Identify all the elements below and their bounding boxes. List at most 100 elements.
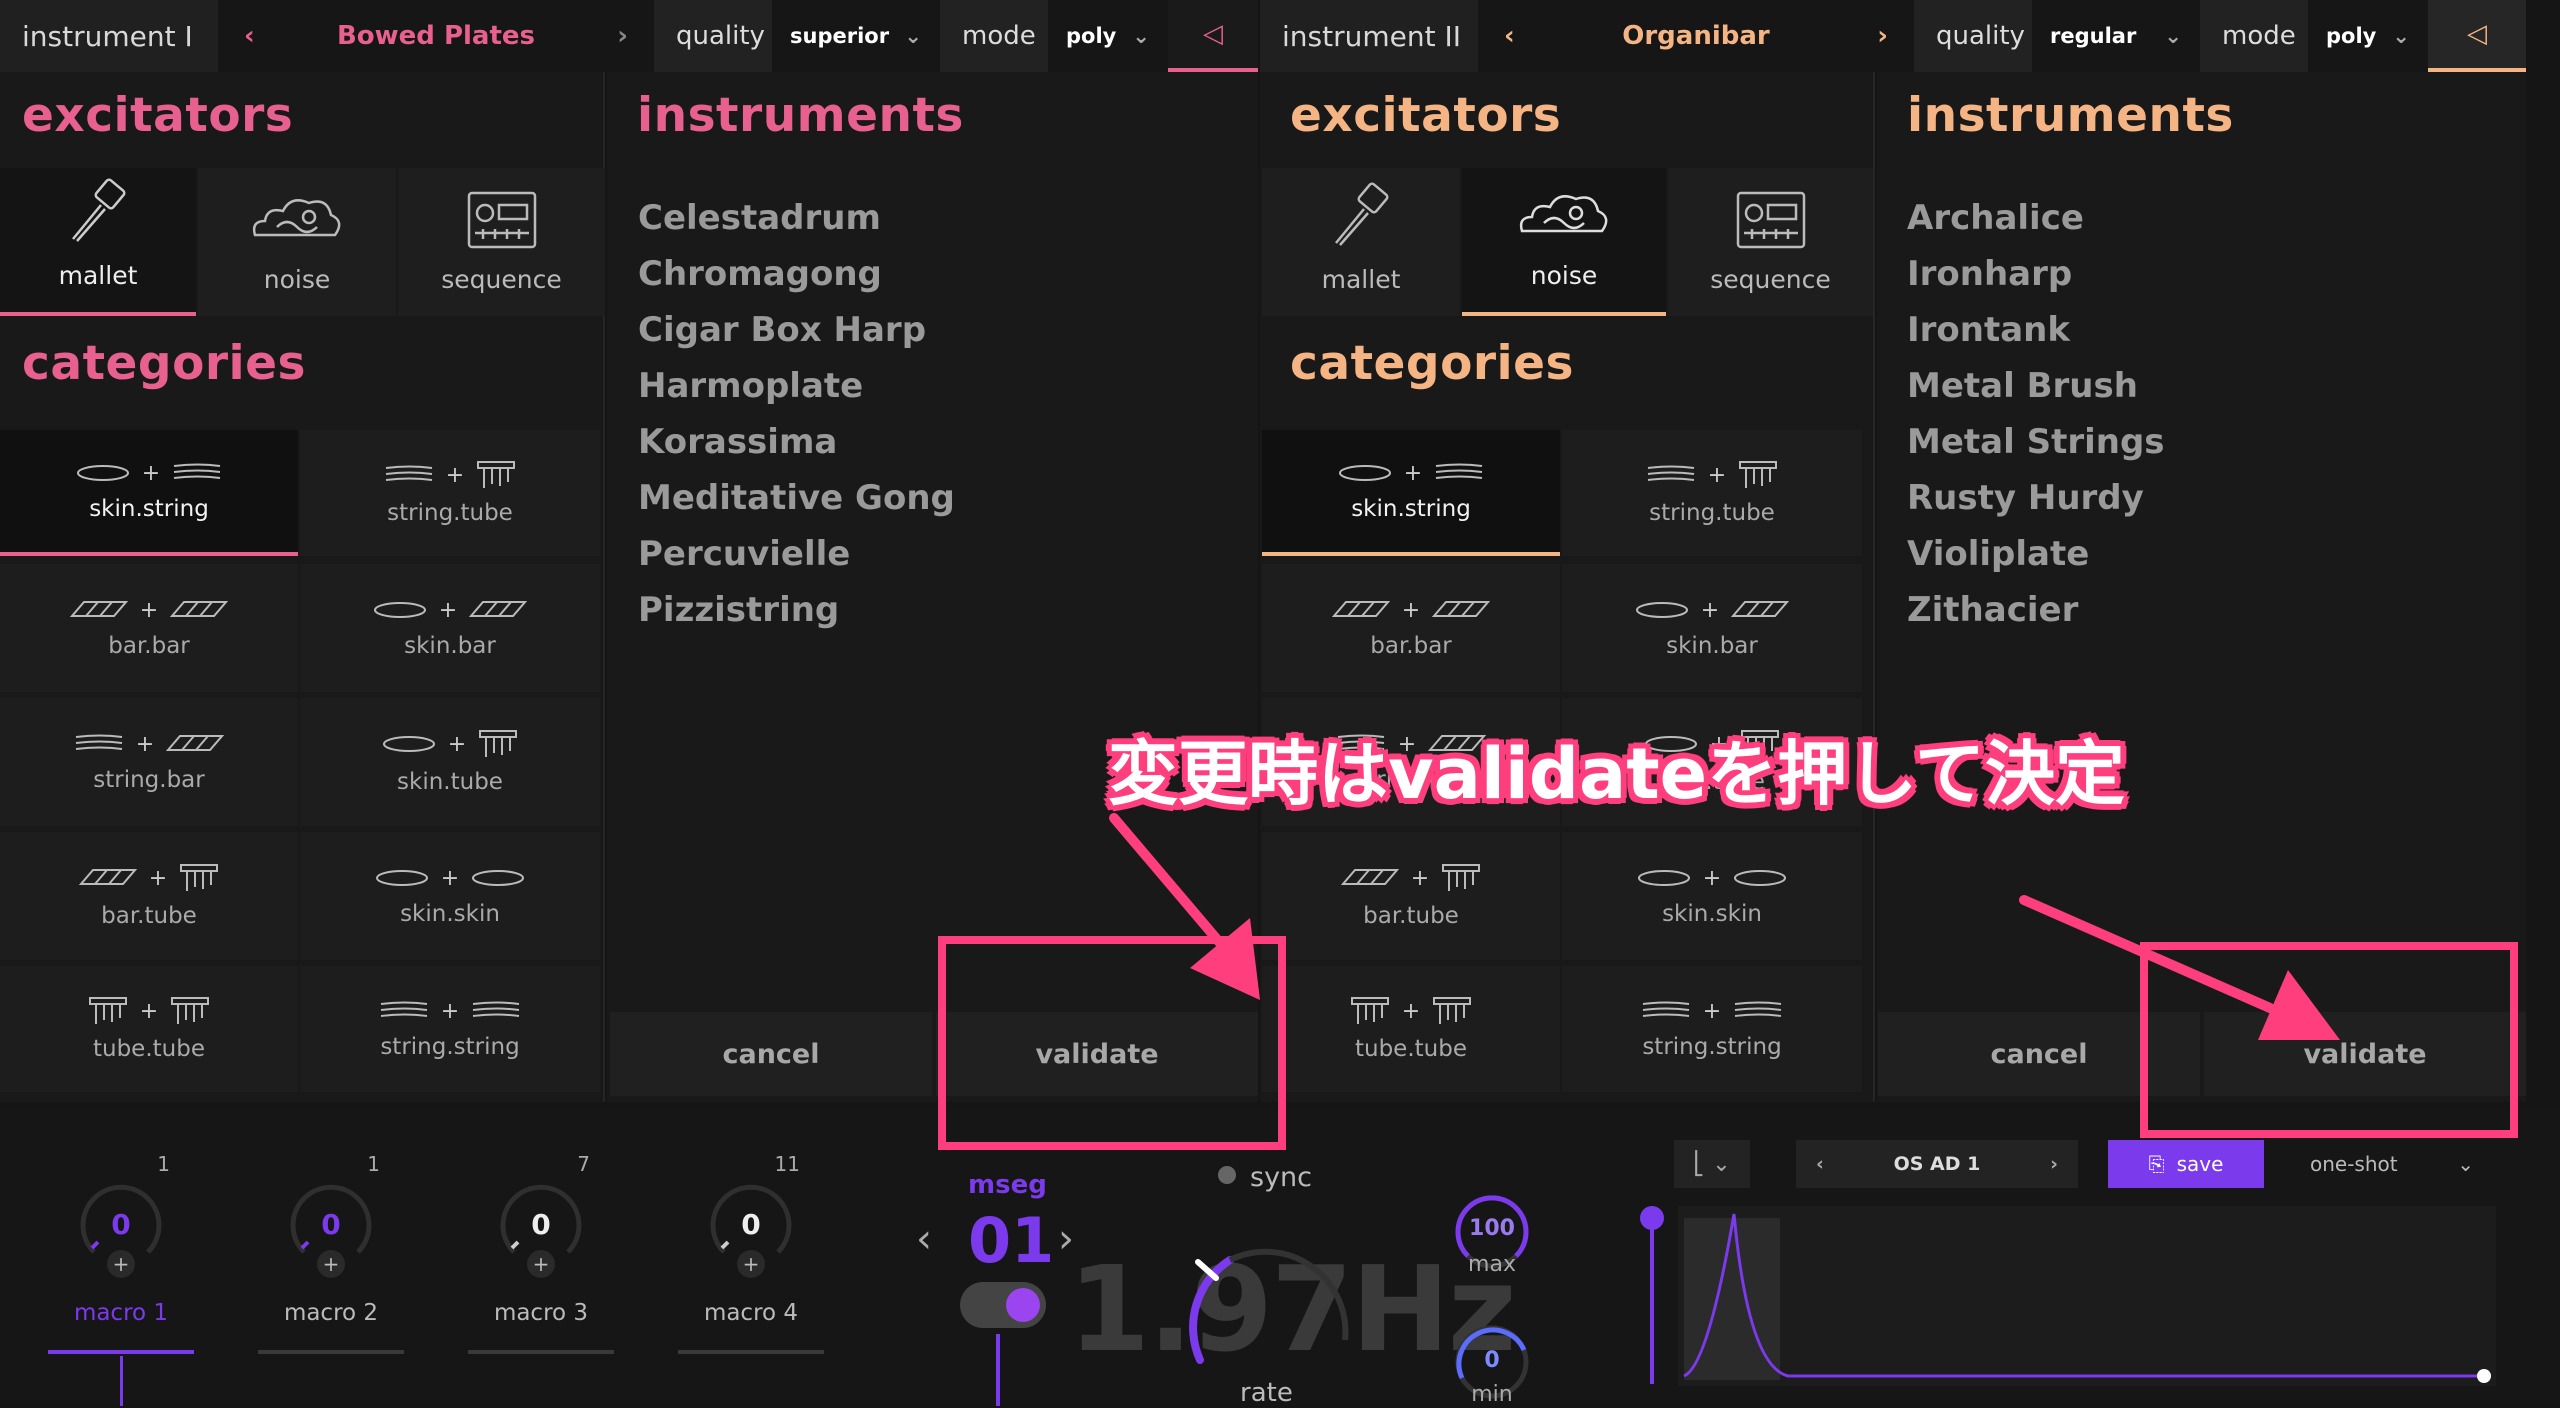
excitator-sequence[interactable]: sequence — [398, 168, 605, 316]
category-string-string[interactable]: + string.string — [1562, 966, 1862, 1092]
category-bar-bar[interactable]: + bar.bar — [1262, 564, 1560, 692]
right-topbar: instrument II ‹ Organibar › quality regu… — [1260, 0, 2526, 72]
curve-shape-select[interactable]: ⎣ ⌄ — [1674, 1140, 1750, 1188]
string-icon — [174, 463, 221, 479]
string-icon — [1642, 1001, 1689, 1017]
preset-name[interactable]: Bowed Plates — [337, 21, 535, 51]
mseg-toggle[interactable] — [960, 1282, 1046, 1328]
instrument-item[interactable]: Celestadrum — [638, 190, 955, 246]
category-skin-string[interactable]: + skin.string — [1262, 430, 1560, 556]
envelope-level-handle[interactable] — [1640, 1206, 1664, 1230]
plus-icon: + — [139, 998, 159, 1024]
rate-knob[interactable] — [1170, 1220, 1370, 1380]
preset-name[interactable]: Organibar — [1622, 21, 1769, 51]
bar-plates-icon — [78, 869, 137, 885]
envelope-graph[interactable] — [1678, 1206, 2496, 1386]
instrument-item[interactable]: Violiplate — [1907, 526, 2165, 582]
skin-drumhead-icon — [1338, 465, 1391, 481]
category-bar-tube[interactable]: + bar.tube — [1262, 832, 1560, 960]
instrument-item[interactable]: Percuvielle — [638, 526, 955, 582]
instrument-item[interactable]: Chromagong — [638, 246, 955, 302]
category-skin-tube[interactable]: + skin.tube — [300, 698, 600, 826]
toggle-knob — [1006, 1288, 1040, 1322]
category-icons: + — [373, 598, 528, 623]
instrument-item[interactable]: Meditative Gong — [638, 470, 955, 526]
excitator-label: mallet — [58, 261, 138, 290]
category-string-tube[interactable]: + string.tube — [300, 430, 600, 556]
quality-select[interactable]: regular ⌄ — [2032, 0, 2200, 72]
instrument-item[interactable]: Metal Brush — [1907, 358, 2165, 414]
instrument-item[interactable]: Rusty Hurdy — [1907, 470, 2165, 526]
instrument-item[interactable]: Harmoplate — [638, 358, 955, 414]
prev-preset-chevron-icon[interactable]: ‹ — [1504, 21, 1515, 51]
sync-label: sync — [1250, 1162, 1313, 1193]
min-value: 0 — [1484, 1348, 1500, 1373]
category-skin-bar[interactable]: + skin.bar — [1562, 564, 1862, 692]
collapse-triangle-icon[interactable]: ◁ — [2428, 0, 2526, 72]
macro-2[interactable]: 1 0 + macro 2 — [258, 1150, 404, 1370]
mode-select[interactable]: poly ⌄ — [2308, 0, 2428, 72]
category-string-bar[interactable]: + string.bar — [0, 698, 298, 826]
excitator-sequence[interactable]: sequence — [1668, 168, 1873, 316]
next-preset-chevron-icon[interactable]: › — [1877, 21, 1888, 51]
macro-4[interactable]: 11 0 + macro 4 — [678, 1150, 824, 1370]
instrument-item[interactable]: Irontank — [1907, 302, 2165, 358]
add-modulation-plus-icon[interactable]: + — [527, 1250, 555, 1278]
instrument-item[interactable]: Archalice — [1907, 190, 2165, 246]
instrument-item[interactable]: Pizzistring — [638, 582, 955, 638]
category-icons: + — [1641, 999, 1783, 1024]
category-bar-tube[interactable]: + bar.tube — [0, 832, 298, 960]
plus-icon: + — [440, 998, 460, 1024]
macro-3[interactable]: 7 0 + macro 3 — [468, 1150, 614, 1370]
category-skin-skin[interactable]: + skin.skin — [1562, 832, 1862, 960]
sync-dot[interactable] — [1218, 1166, 1236, 1184]
category-string-tube[interactable]: + string.tube — [1562, 430, 1862, 556]
chevron-down-icon: ⌄ — [2392, 24, 2410, 48]
quality-select[interactable]: superior ⌄ — [772, 0, 940, 72]
bar-plates-icon — [1331, 601, 1390, 617]
instrument-item[interactable]: Cigar Box Harp — [638, 302, 955, 358]
tube-pipes-icon — [1350, 997, 1389, 1024]
category-skin-bar[interactable]: + skin.bar — [300, 564, 600, 692]
plus-icon: + — [1401, 597, 1421, 623]
mode-select[interactable]: poly ⌄ — [1048, 0, 1168, 72]
chevron-down-icon: ⌄ — [904, 24, 922, 48]
next-preset-chevron-icon[interactable]: › — [617, 21, 628, 51]
excitator-noise[interactable]: noise — [1462, 168, 1666, 316]
bar-plates-icon — [1340, 869, 1399, 885]
collapse-triangle-icon[interactable]: ◁ — [1168, 0, 1258, 72]
add-modulation-plus-icon[interactable]: + — [317, 1250, 345, 1278]
excitator-mallet[interactable]: mallet — [1262, 168, 1460, 316]
macro-label: macro 3 — [493, 1300, 589, 1326]
instrument-item[interactable]: Zithacier — [1907, 582, 2165, 638]
macro-1[interactable]: 1 0 + macro 1 — [48, 1150, 194, 1370]
mseg-indicator-line — [996, 1334, 1000, 1406]
save-button[interactable]: ⎘ save — [2108, 1140, 2264, 1188]
category-skin-skin[interactable]: + skin.skin — [300, 832, 600, 960]
instrument-item[interactable]: Korassima — [638, 414, 955, 470]
prev-preset-chevron-icon[interactable]: ‹ — [1816, 1153, 1824, 1175]
category-bar-bar[interactable]: + bar.bar — [0, 564, 298, 692]
cancel-button[interactable]: cancel — [610, 1012, 932, 1096]
excitator-noise[interactable]: noise — [198, 168, 396, 316]
playback-mode-select[interactable]: one-shot ⌄ — [2296, 1140, 2488, 1188]
skin-drumhead-icon — [375, 870, 428, 886]
chevron-down-icon: ⌄ — [2164, 24, 2182, 48]
prev-preset-chevron-icon[interactable]: ‹ — [244, 21, 255, 51]
instrument-item[interactable]: Metal Strings — [1907, 414, 2165, 470]
instrument-item[interactable]: Ironharp — [1907, 246, 2165, 302]
string-icon — [1647, 465, 1694, 481]
category-icons: + — [1637, 866, 1787, 891]
add-modulation-plus-icon[interactable]: + — [737, 1250, 765, 1278]
category-skin-string[interactable]: + skin.string — [0, 430, 298, 556]
category-tube-tube[interactable]: + tube.tube — [1262, 966, 1560, 1092]
arrow-right-annotation — [2019, 895, 2340, 1040]
excitator-mallet[interactable]: mallet — [0, 168, 196, 316]
mseg-prev-chevron-icon[interactable]: ‹ — [916, 1216, 932, 1262]
cloud-noise-icon — [252, 199, 341, 237]
add-modulation-plus-icon[interactable]: + — [107, 1250, 135, 1278]
category-string-string[interactable]: + string.string — [300, 966, 600, 1092]
category-tube-tube[interactable]: + tube.tube — [0, 966, 298, 1092]
next-preset-chevron-icon[interactable]: › — [2050, 1153, 2058, 1175]
envelope-preset-name[interactable]: OS AD 1 — [1894, 1153, 1981, 1175]
